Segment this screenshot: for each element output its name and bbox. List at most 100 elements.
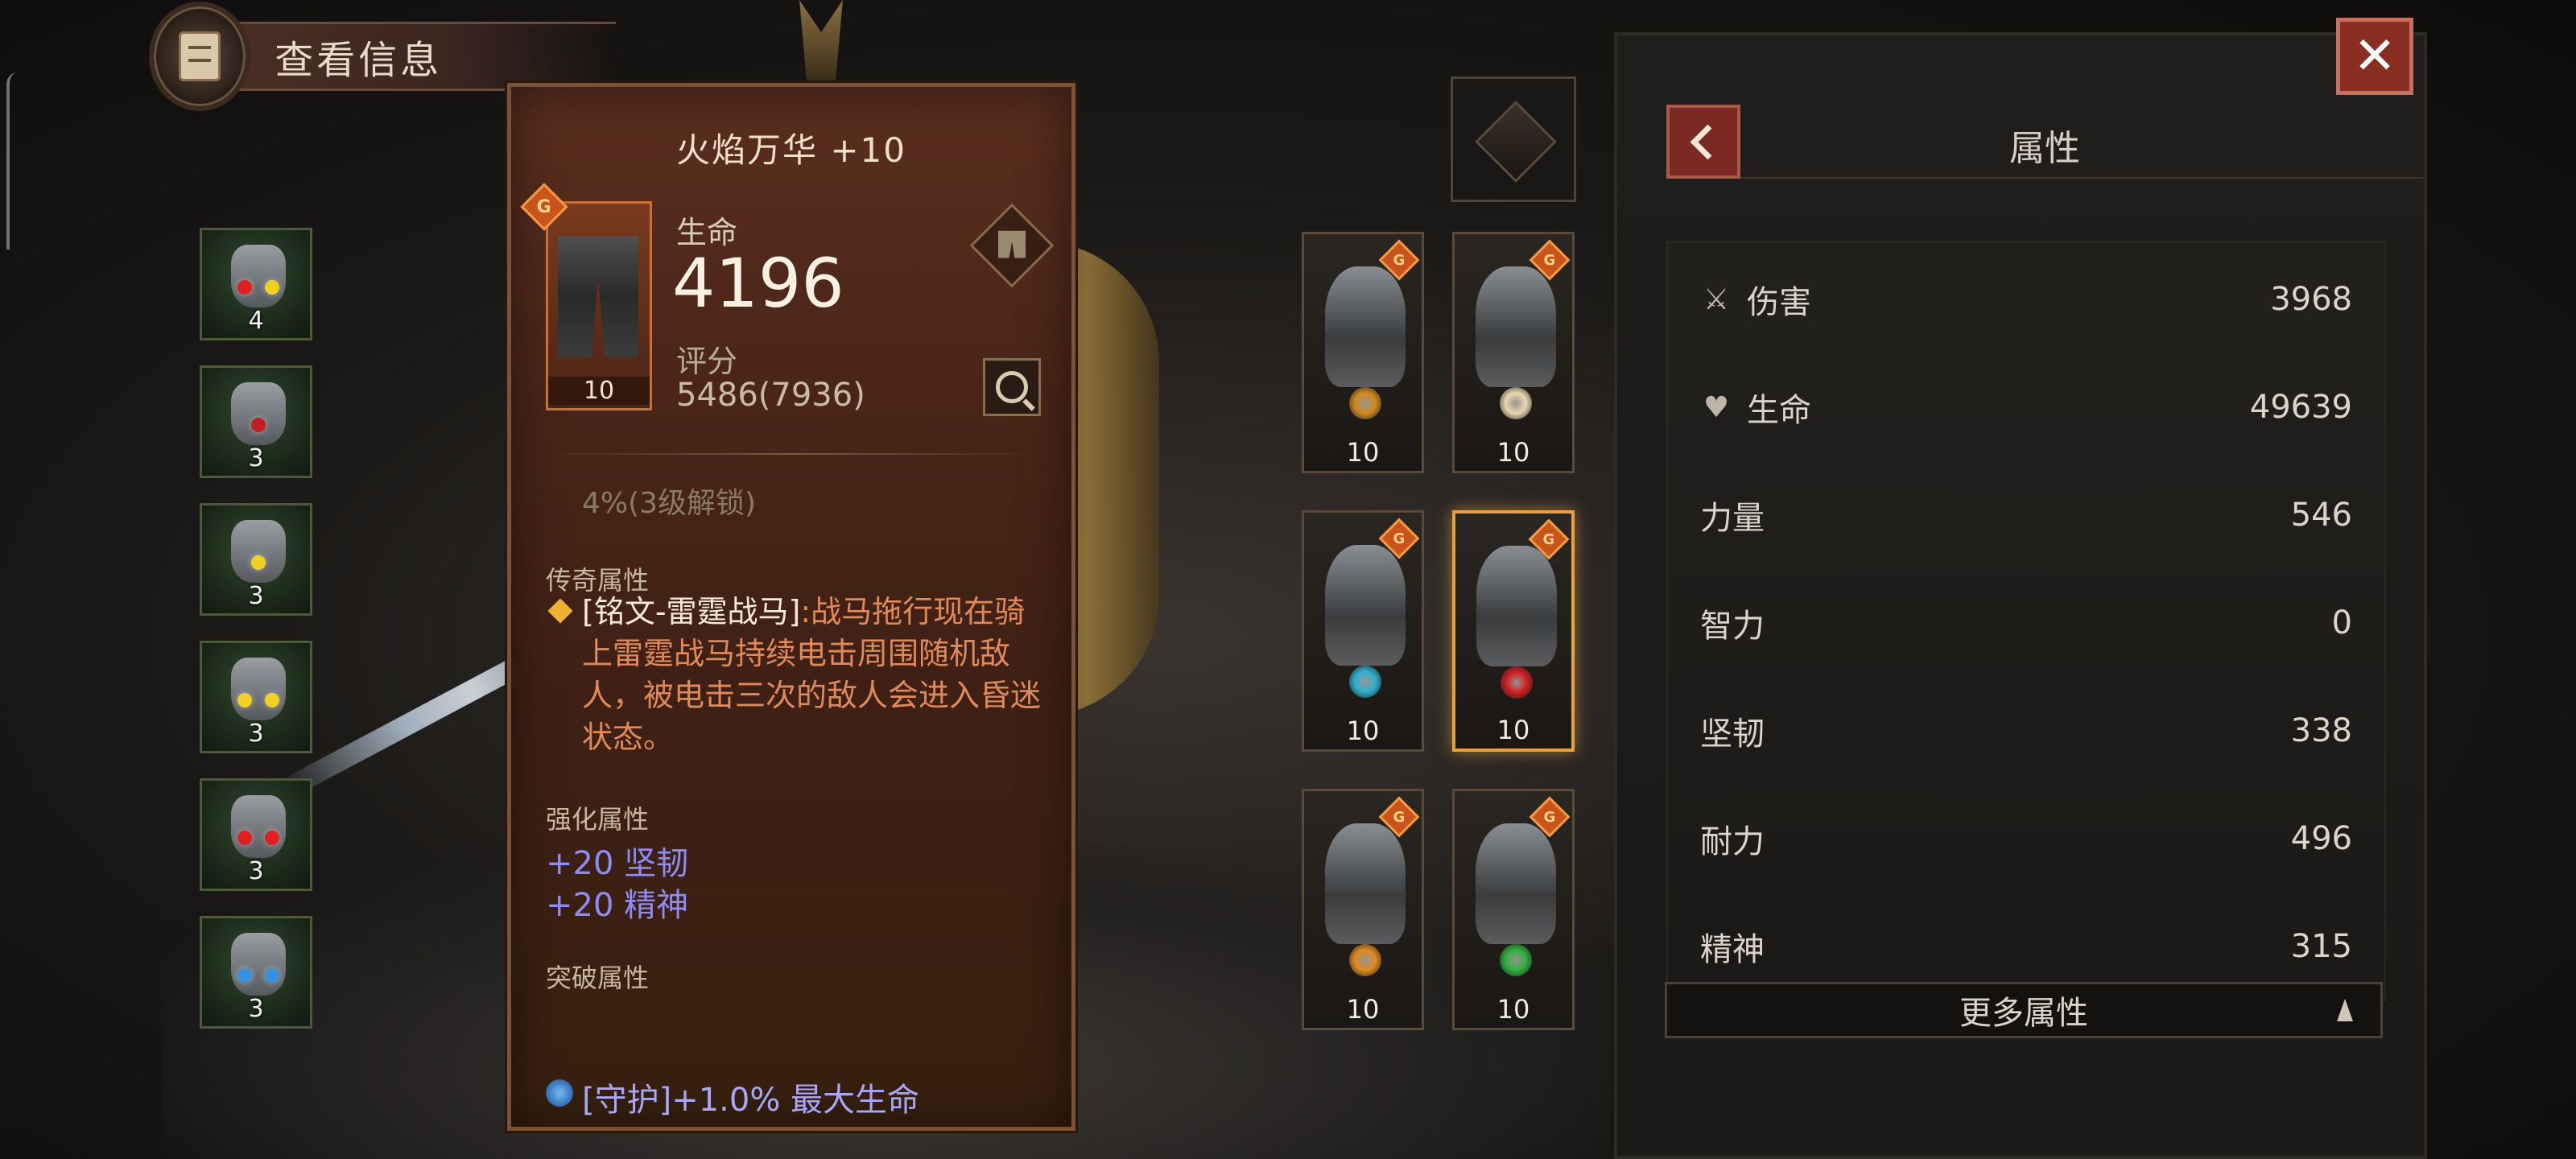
gem-count: 4 [248, 307, 264, 335]
locked-attribute: 4%(3级解锁) [582, 487, 757, 520]
gem-icon [265, 280, 279, 295]
heart-icon: ♥ [1703, 390, 1730, 424]
magnifier-icon [996, 371, 1028, 403]
background-crest [799, 0, 843, 80]
gem-icon [251, 418, 266, 432]
special-equipment-slot[interactable] [1451, 76, 1576, 202]
equipment-slot-gloves[interactable]: G 10 [1302, 510, 1424, 752]
screen-edge-indicator [6, 72, 18, 250]
item-thumbnail: 10 [546, 201, 652, 410]
legs-icon [1476, 546, 1557, 666]
attributes-header: 属性 [1666, 105, 2423, 179]
equipment-slot-helm[interactable]: G 10 [1302, 232, 1424, 473]
gem-setting-icon [231, 382, 286, 445]
gem-count: 3 [248, 995, 264, 1023]
equipment-level: 10 [1496, 437, 1530, 468]
gem-slot[interactable]: 3 [200, 916, 312, 1029]
equipment-level: 10 [1346, 994, 1380, 1025]
gem-icon [265, 831, 279, 845]
attribute-label: 伤害 [1747, 284, 1811, 321]
close-button[interactable]: ✕ [2336, 18, 2413, 95]
divider [543, 453, 1039, 455]
gem-count: 3 [248, 582, 264, 610]
gem-slot[interactable]: 3 [200, 641, 312, 753]
legendary-badge-mark: G [1393, 530, 1406, 547]
enhance-line: +20 精神 [546, 887, 689, 924]
attribute-row: ♥ 生命 49639 [1700, 379, 2352, 435]
gem-count: 3 [248, 444, 264, 472]
legendary-badge-mark: G [1543, 808, 1556, 826]
socket-gem-icon [1349, 387, 1381, 419]
gem-icon [237, 693, 252, 707]
equipment-slot-chest[interactable]: G 10 [1452, 232, 1575, 473]
attribute-row: 精神 315 [1700, 918, 2352, 975]
diamond-bullet-icon [547, 598, 573, 624]
attribute-value: 315 [2290, 928, 2352, 965]
more-attributes-button[interactable]: 更多属性 [1665, 982, 2383, 1038]
gem-setting-icon [231, 245, 286, 307]
equipment-slot-legs[interactable]: G 10 [1452, 510, 1575, 752]
legs-slot-type-icon [969, 203, 1055, 288]
gem-icon [251, 555, 266, 570]
attribute-label: 坚韧 [1700, 716, 1765, 753]
gem-slot[interactable]: 3 [200, 365, 312, 478]
life-value: 4196 [672, 244, 844, 323]
gem-setting-icon [231, 658, 286, 720]
attribute-row: 耐力 496 [1700, 810, 2352, 867]
attribute-value: 546 [2290, 497, 2352, 534]
attributes-title: 属性 [2009, 128, 2080, 169]
attribute-label: 力量 [1700, 500, 1765, 537]
gem-icon [265, 968, 279, 983]
attribute-value: 3968 [2270, 281, 2352, 318]
enhance-line: +20 坚韧 [546, 845, 689, 882]
equipment-level: 10 [1496, 994, 1530, 1025]
gem-icon [237, 280, 252, 295]
gem-icon [265, 693, 279, 707]
equipment-level: 10 [1346, 437, 1380, 468]
attribute-label: 智力 [1700, 608, 1765, 645]
attribute-value: 338 [2290, 712, 2352, 749]
helm-icon [1325, 266, 1406, 387]
equipment-slot-shoulders[interactable]: G 10 [1452, 789, 1575, 1030]
attributes-list: ⚔ 伤害 3968 ♥ 生命 49639 力量 546 智力 0 坚韧 338 耐力 496 精神 315 [1666, 241, 2386, 1001]
attribute-row: 坚韧 338 [1700, 703, 2352, 759]
more-attributes-label: 更多属性 [1959, 995, 2088, 1032]
attribute-label: 耐力 [1700, 823, 1765, 860]
gem-setting-icon [231, 795, 286, 858]
enhance-section-label: 强化属性 [546, 804, 650, 835]
legendary-badge-mark: G [1542, 530, 1555, 548]
attribute-label: 生命 [1747, 392, 1811, 429]
legendary-badge-mark: G [1393, 251, 1406, 269]
scroll-emblem-icon [149, 2, 251, 111]
breakthrough-line: [守护]+1.0% 最大生命 [582, 1082, 920, 1119]
gem-setting-icon [231, 933, 286, 996]
attribute-value: 496 [2290, 820, 2352, 857]
equipment-level: 10 [1346, 716, 1380, 746]
gem-slot[interactable]: 3 [200, 503, 312, 616]
shoulders-icon [1476, 823, 1556, 944]
gem-icon [237, 831, 252, 845]
attribute-row: 力量 546 [1700, 487, 2352, 543]
inspect-button[interactable] [983, 358, 1041, 416]
neck-icon [1325, 823, 1406, 944]
item-level: 10 [548, 377, 650, 405]
arrow-up-icon [2337, 999, 2353, 1021]
attribute-value: 0 [2331, 604, 2352, 641]
legendary-badge-mark: G [536, 196, 552, 217]
gem-slot[interactable]: 3 [200, 778, 312, 891]
gem-slot[interactable]: 4 [200, 228, 312, 340]
gem-icon [237, 968, 252, 983]
score-label: 评分 [676, 344, 738, 379]
item-tooltip-panel: 火焰万华 +10 10 G 生命 4196 评分 5486(7936) 4%(3… [507, 83, 1075, 1131]
legendary-keyword: [铭文-雷霆战马] [582, 594, 801, 629]
equipment-level: 10 [1496, 715, 1530, 745]
equipment-slot-neck[interactable]: G 10 [1302, 789, 1424, 1030]
socket-gem-icon [1349, 666, 1381, 698]
legendary-attribute-text: [铭文-雷霆战马]:战马拖行现在骑上雷霆战马持续电击周围随机敌人，被电击三次的敌… [582, 591, 1041, 758]
page-title: 查看信息 [226, 22, 616, 91]
gem-setting-icon [231, 520, 286, 583]
gem-count: 3 [248, 720, 264, 748]
pants-icon [558, 236, 638, 357]
socket-gem-icon [1500, 387, 1532, 419]
item-name: 火焰万华 +10 [676, 130, 906, 170]
